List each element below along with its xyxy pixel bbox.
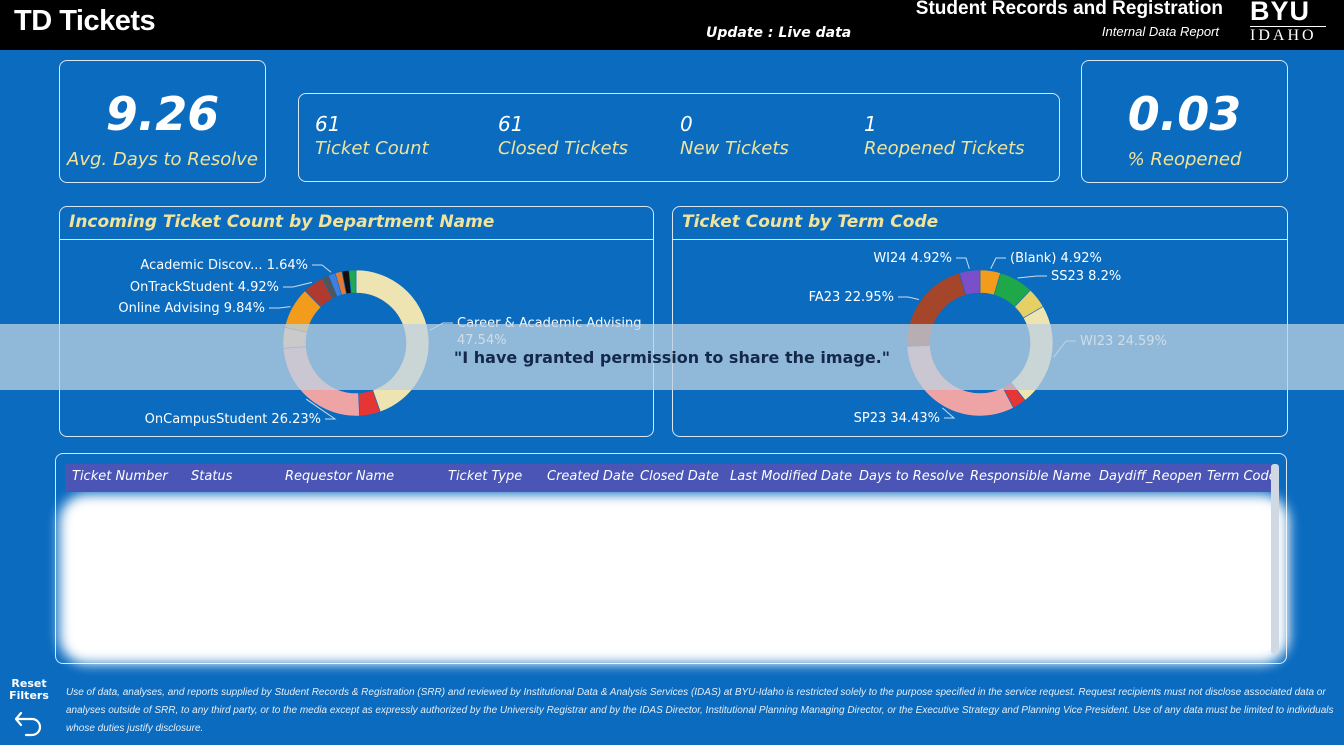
pct-reopened-card[interactable]: 0.03 % Reopened (1081, 60, 1288, 183)
pct-reopened-label: % Reopened (1127, 149, 1242, 170)
col-created-date[interactable]: Created Date (547, 469, 634, 484)
reset-label-line2: Filters (9, 689, 49, 702)
leader-line (311, 264, 331, 273)
kpi-reopened-tickets: 1 Reopened Tickets (864, 112, 1025, 159)
slice-label: SS23 8.2% (1051, 269, 1121, 284)
org-name: Student Records and Registration (915, 0, 1223, 19)
kpi-value: 61 (498, 112, 524, 136)
col-ticket-number[interactable]: Ticket Number (72, 469, 168, 484)
table-header: Ticket Number Status Requestor Name Tick… (65, 464, 1277, 492)
department-chart-panel[interactable]: Incoming Ticket Count by Department Name… (59, 206, 654, 437)
term-donut-chart[interactable]: (Blank) 4.92%SS23 8.2%WI23 24.59%SP23 34… (672, 206, 1288, 437)
col-responsible-name[interactable]: Responsible Name (970, 469, 1091, 484)
report-subtitle: Internal Data Report (1101, 24, 1219, 39)
kpi-ticket-count: 61 Ticket Count (315, 112, 429, 159)
leader-line (897, 296, 919, 300)
col-closed-date[interactable]: Closed Date (640, 469, 719, 484)
col-ticket-type[interactable]: Ticket Type (448, 469, 522, 484)
kpi-value: 0 (680, 112, 693, 136)
kpi-value: 1 (864, 112, 877, 136)
leader-line (268, 305, 291, 308)
kpi-label: Ticket Count (315, 138, 429, 159)
permission-banner: "I have granted permission to share the … (0, 324, 1344, 390)
slice-label: SP23 34.43% (853, 411, 939, 426)
leader-line (955, 257, 970, 269)
permission-text: "I have granted permission to share the … (453, 348, 891, 367)
slice-label: Academic Discov... 1.64% (140, 258, 308, 273)
kpi-new-tickets: 0 New Tickets (680, 112, 789, 159)
col-term-code[interactable]: Term Code (1207, 469, 1277, 484)
term-chart-panel[interactable]: Ticket Count by Term Code (Blank) 4.92% S… (672, 206, 1288, 437)
leader-line (282, 281, 312, 287)
kpi-label: New Tickets (680, 138, 789, 159)
page-title: TD Tickets (14, 5, 156, 37)
slice-label: WI24 4.92% (873, 251, 952, 266)
col-status[interactable]: Status (191, 469, 232, 484)
pct-reopened-value: 0.03 (1127, 87, 1242, 141)
slice-label: (Blank) 4.92% (1010, 251, 1102, 266)
avg-days-card[interactable]: 9.26 Avg. Days to Resolve (59, 60, 266, 183)
table-scrollbar[interactable] (1271, 464, 1279, 654)
avg-days-label: Avg. Days to Resolve (67, 149, 258, 170)
department-donut-chart[interactable]: Career & Academic Advising47.54%OnCampus… (59, 206, 654, 437)
col-daydiff-reopen[interactable]: Daydiff_Reopen (1099, 469, 1202, 484)
reset-filters-button[interactable]: Reset Filters (8, 678, 50, 741)
undo-arrow-icon (14, 711, 42, 737)
col-days-to-resolve[interactable]: Days to Resolve (859, 469, 964, 484)
avg-days-value: 9.26 (105, 87, 220, 141)
slice-label: FA23 22.95% (808, 290, 893, 305)
header-bar: TD Tickets Update : Live data Student Re… (0, 0, 1344, 50)
col-last-modified-date[interactable]: Last Modified Date (730, 469, 852, 484)
byu-logo: BYU (1250, 0, 1311, 26)
kpi-label: Closed Tickets (498, 138, 629, 159)
slice-label: OnCampusStudent 26.23% (144, 412, 320, 427)
idaho-logo: IDAHO (1250, 27, 1317, 44)
leader-line (1016, 275, 1047, 279)
kpi-label: Reopened Tickets (864, 138, 1025, 159)
slice-label: OnTrackStudent 4.92% (129, 280, 278, 295)
ticket-counts-card[interactable]: 61 Ticket Count 61 Closed Tickets 0 New … (298, 93, 1060, 182)
tickets-table-panel[interactable]: Ticket Number Status Requestor Name Tick… (55, 453, 1289, 664)
update-status: Update : Live data (706, 25, 852, 41)
redacted-table-body (59, 494, 1289, 664)
disclaimer-text: Use of data, analyses, and reports suppl… (66, 687, 1334, 734)
kpi-value: 61 (315, 112, 341, 136)
col-requestor-name[interactable]: Requestor Name (285, 469, 394, 484)
leader-line (989, 257, 1006, 269)
kpi-closed-tickets: 61 Closed Tickets (498, 112, 628, 159)
slice-label: Online Advising 9.84% (118, 301, 265, 316)
